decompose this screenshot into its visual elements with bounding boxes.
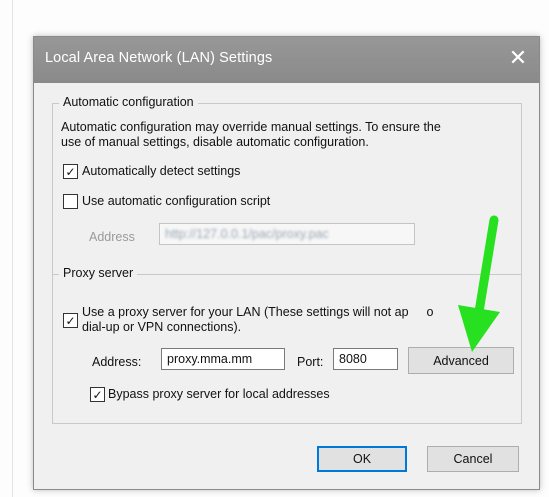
- script-address-label: Address: [89, 230, 135, 244]
- title-bar[interactable]: Local Area Network (LAN) Settings ✕: [34, 37, 539, 83]
- ok-button[interactable]: OK: [317, 446, 407, 472]
- check-icon: ✓: [65, 164, 76, 179]
- cancel-button[interactable]: Cancel: [427, 446, 519, 472]
- proxy-server-group: Proxy server ✓ Use a proxy server for yo…: [52, 266, 522, 424]
- use-config-script-label[interactable]: Use automatic configuration script: [82, 194, 270, 209]
- bypass-local-checkbox[interactable]: ✓: [90, 387, 105, 402]
- automatically-detect-label[interactable]: Automatically detect settings: [82, 164, 240, 179]
- proxy-address-input[interactable]: proxy.mma.mm: [161, 348, 285, 370]
- port-value: 8080: [339, 352, 367, 366]
- use-proxy-label-line1-text: Use a proxy server for your LAN (These s…: [82, 305, 409, 319]
- script-address-input[interactable]: http://127.0.0.1/pac/proxy.pac: [159, 223, 415, 245]
- bypass-local-label[interactable]: Bypass proxy server for local addresses: [108, 387, 330, 402]
- automatically-detect-checkbox[interactable]: ✓: [63, 164, 78, 179]
- proxy-address-value: proxy.mma.mm: [167, 352, 253, 366]
- use-proxy-checkbox[interactable]: ✓: [63, 313, 78, 328]
- check-icon: ✓: [92, 387, 103, 402]
- background-divider: [12, 0, 13, 497]
- proxy-server-legend: Proxy server: [59, 266, 138, 280]
- use-proxy-label-line2[interactable]: dial-up or VPN connections).: [82, 320, 241, 335]
- advanced-button[interactable]: Advanced: [408, 347, 514, 374]
- automatic-configuration-legend: Automatic configuration: [59, 95, 198, 109]
- proxy-address-label: Address:: [92, 355, 142, 369]
- close-icon[interactable]: ✕: [501, 41, 535, 75]
- check-icon: ✓: [65, 313, 76, 328]
- use-proxy-label-line1[interactable]: Use a proxy server for your LAN (These s…: [82, 305, 433, 320]
- automatic-configuration-group: Automatic configuration Automatic config…: [52, 95, 522, 275]
- port-label: Port:: [297, 355, 324, 369]
- dialog-title: Local Area Network (LAN) Settings: [45, 50, 273, 66]
- lan-settings-dialog: Local Area Network (LAN) Settings ✕ Auto…: [33, 36, 540, 490]
- port-input[interactable]: 8080: [333, 348, 398, 370]
- use-proxy-label-line1-tail: o: [426, 305, 434, 319]
- auto-config-description-line2: use of manual settings, disable automati…: [61, 135, 369, 149]
- auto-config-description-line1: Automatic configuration may override man…: [61, 120, 441, 134]
- script-address-value: http://127.0.0.1/pac/proxy.pac: [165, 227, 329, 241]
- use-config-script-checkbox[interactable]: [63, 194, 78, 209]
